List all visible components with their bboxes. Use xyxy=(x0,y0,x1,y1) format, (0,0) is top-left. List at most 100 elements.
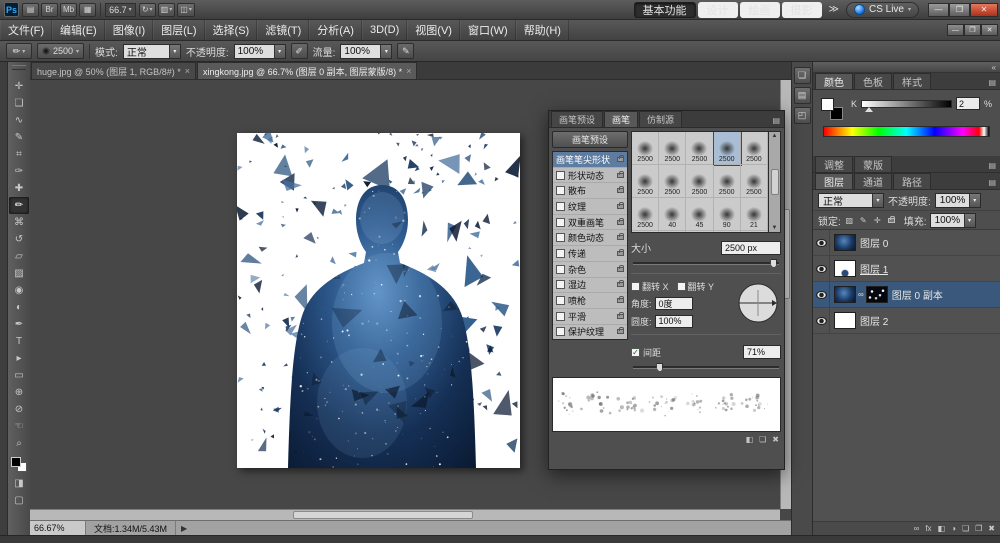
workspace-painting[interactable]: 绘画 xyxy=(740,2,780,18)
brush-tip-cell[interactable]: 2500 xyxy=(686,165,713,198)
menu-item[interactable]: 图层(L) xyxy=(153,20,204,40)
brush-tip-cell[interactable]: 2500 xyxy=(714,132,741,165)
cs-live-button[interactable]: CS Live ▾ xyxy=(846,2,919,18)
scroll-up-icon[interactable]: ▲ xyxy=(772,133,778,139)
brush-tip-cell[interactable]: 2500 xyxy=(659,165,686,198)
size-slider[interactable] xyxy=(633,262,779,265)
checkbox[interactable] xyxy=(556,233,565,242)
delete-brush-icon[interactable]: ✖ xyxy=(772,435,779,444)
menu-item[interactable]: 3D(D) xyxy=(362,20,407,40)
brush-tip-cell[interactable]: 40 xyxy=(659,231,686,233)
tab-brush-presets[interactable]: 画笔预设 xyxy=(551,111,603,127)
brush-tip-cell[interactable]: 2500 xyxy=(686,132,713,165)
layer-thumbnail[interactable] xyxy=(834,286,856,303)
toggle-preview-icon[interactable]: ◧ xyxy=(746,435,754,444)
adjustment-layer-icon[interactable]: ◑ xyxy=(951,524,956,533)
delete-layer-icon[interactable]: ✖ xyxy=(988,524,995,533)
app-grid-icon[interactable]: ▤ xyxy=(22,3,39,17)
blend-mode-select[interactable]: 正常▾ xyxy=(123,44,181,59)
layer-fill-select[interactable]: 100%▾ xyxy=(930,213,976,228)
brush-tip-cell[interactable]: 2500 xyxy=(632,132,659,165)
lock-icon[interactable] xyxy=(617,282,624,287)
new-brush-icon[interactable]: ❏ xyxy=(759,435,766,444)
lock-icon[interactable] xyxy=(617,267,624,272)
spacing-field[interactable]: 71% xyxy=(743,345,781,359)
brush-tip-cell[interactable]: 2500 xyxy=(741,165,768,198)
lock-position-icon[interactable]: ✛ xyxy=(872,214,883,226)
brush-tip-cell[interactable]: 40 xyxy=(659,198,686,231)
horizontal-scrollbar[interactable] xyxy=(30,509,780,520)
checkbox[interactable] xyxy=(556,265,565,274)
menu-item[interactable]: 选择(S) xyxy=(205,20,258,40)
checkbox[interactable] xyxy=(556,218,565,227)
brush-option-item[interactable]: 双重画笔 xyxy=(553,215,627,231)
checkbox[interactable] xyxy=(556,280,565,289)
screen-mode-button[interactable]: ◫▾ xyxy=(177,3,195,17)
layer-row-1[interactable]: 图层 1 xyxy=(813,256,1000,282)
k-slider-thumb[interactable] xyxy=(865,107,873,112)
minimize-button[interactable]: — xyxy=(928,3,949,17)
brush-tip-cell[interactable]: 90 xyxy=(714,198,741,231)
lock-all-icon[interactable] xyxy=(886,214,897,226)
panel-menu-icon[interactable]: ▤ xyxy=(988,161,1000,172)
marquee-tool[interactable]: ❏ xyxy=(9,95,29,112)
new-layer-icon[interactable]: ❐ xyxy=(975,524,982,533)
healing-brush-tool[interactable]: ✚ xyxy=(9,180,29,197)
launch-mini-bridge-button[interactable]: Mb xyxy=(60,3,77,17)
layer-group-icon[interactable]: ❏ xyxy=(962,524,969,533)
brush-tip-cell[interactable]: 2500 xyxy=(632,165,659,198)
doc-minimize-button[interactable]: — xyxy=(947,24,964,36)
tab-clone-source[interactable]: 仿制源 xyxy=(639,111,682,127)
brush-tip-cell[interactable]: 2500 xyxy=(659,132,686,165)
roundness-field[interactable]: 100% xyxy=(655,315,693,328)
spacing-slider-thumb[interactable] xyxy=(656,363,663,372)
brush-tip-cell[interactable]: 45 xyxy=(686,231,713,233)
lock-icon[interactable] xyxy=(617,173,624,178)
blur-tool[interactable]: ◉ xyxy=(9,282,29,299)
checkbox[interactable] xyxy=(556,312,565,321)
checkbox[interactable] xyxy=(556,186,565,195)
layer-row-2-selected[interactable]: ∞ 图层 0 副本 xyxy=(813,282,1000,308)
brush-tip-cell[interactable]: 2500 xyxy=(714,165,741,198)
tab-color[interactable]: 颜色 xyxy=(815,73,853,89)
shape-tool[interactable]: ▭ xyxy=(9,367,29,384)
workspace-photography[interactable]: 摄影 xyxy=(782,2,822,18)
brush-tool[interactable]: ✏ xyxy=(9,197,29,214)
lock-transparency-icon[interactable]: ▨ xyxy=(844,214,855,226)
arrange-documents-button[interactable]: ▥▾ xyxy=(158,3,176,17)
visibility-toggle[interactable] xyxy=(813,256,830,281)
brush-presets-button[interactable]: 画笔预设 xyxy=(552,131,628,148)
tab-styles[interactable]: 样式 xyxy=(893,73,931,89)
layer-mask-thumbnail[interactable] xyxy=(866,286,888,303)
airbrush-toggle-icon[interactable]: ✎ xyxy=(397,43,414,59)
visibility-toggle[interactable] xyxy=(813,230,830,255)
brush-option-item[interactable]: 平滑 xyxy=(553,309,627,325)
k-slider[interactable] xyxy=(861,100,952,108)
visibility-toggle[interactable] xyxy=(813,282,830,307)
menu-item[interactable]: 视图(V) xyxy=(407,20,460,40)
tab-adjustments[interactable]: 调整 xyxy=(815,156,853,172)
lock-icon[interactable] xyxy=(617,329,624,334)
menu-item[interactable]: 编辑(E) xyxy=(52,20,105,40)
lock-icon[interactable] xyxy=(617,314,624,319)
brush-tip-cell[interactable]: 45 xyxy=(686,198,713,231)
workspace-overflow-button[interactable]: ≫ xyxy=(825,4,843,15)
collapsed-history-panel-icon[interactable]: ❏ xyxy=(794,67,811,84)
panel-menu-icon[interactable]: ▤ xyxy=(988,178,1000,189)
brush-angle-widget[interactable] xyxy=(735,280,781,326)
add-mask-icon[interactable]: ◧ xyxy=(938,524,946,533)
link-layers-icon[interactable]: ∞ xyxy=(914,524,920,533)
color-spectrum-ramp[interactable] xyxy=(823,126,990,137)
restore-button[interactable]: ❐ xyxy=(949,3,970,17)
crop-tool[interactable]: ⌗ xyxy=(9,146,29,163)
gradient-tool[interactable]: ▨ xyxy=(9,265,29,282)
workspace-design[interactable]: 设计 xyxy=(698,2,738,18)
brush-tip-shape-item[interactable]: 画笔笔尖形状 xyxy=(553,152,627,168)
pen-tool[interactable]: ✒ xyxy=(9,316,29,333)
horizontal-scroll-thumb[interactable] xyxy=(293,511,473,519)
brush-option-item[interactable]: 散布 xyxy=(553,183,627,199)
rotate-view-button[interactable]: ↻▾ xyxy=(139,3,156,17)
menu-item[interactable]: 文件(F) xyxy=(0,20,52,40)
dodge-tool[interactable]: ◐ xyxy=(9,299,29,316)
lock-icon[interactable] xyxy=(617,157,624,162)
